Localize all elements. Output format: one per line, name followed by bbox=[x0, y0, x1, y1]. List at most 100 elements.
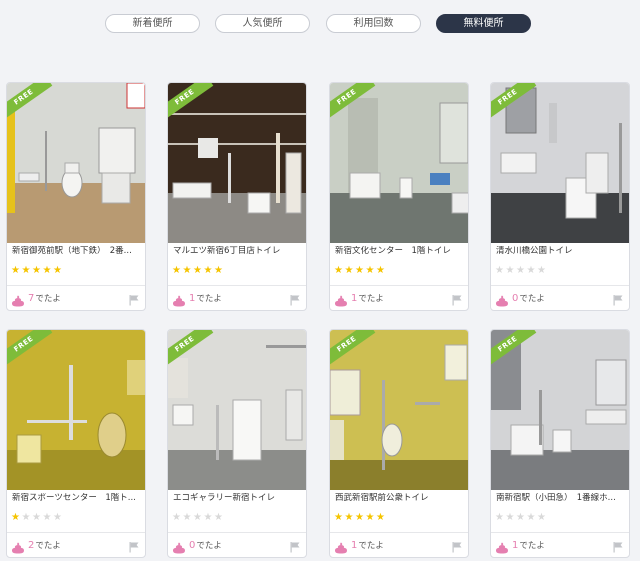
flag-icon[interactable] bbox=[612, 538, 624, 553]
star-icon: ★ bbox=[505, 512, 515, 523]
star-rating: ★ ★ ★ ★ ★ bbox=[334, 505, 387, 523]
poop-icon bbox=[11, 292, 25, 307]
toilet-name[interactable]: 南新宿駅（小田急） 1番線ホ... bbox=[496, 493, 628, 504]
poop-button[interactable]: 7 でたよ bbox=[11, 290, 61, 307]
poop-icon bbox=[11, 539, 25, 554]
poop-icon bbox=[334, 292, 348, 307]
toilet-photo[interactable]: FREE bbox=[168, 83, 306, 243]
star-icon: ★ bbox=[172, 265, 181, 276]
toilet-card[interactable]: FREE エコギャラリー新宿トイレ ★ ★ ★ ★ ★ 0 でたよ bbox=[167, 329, 307, 558]
star-icon: ★ bbox=[21, 512, 31, 523]
poop-count: 1 bbox=[351, 292, 358, 304]
star-rating: ★ ★ ★ ★ ★ bbox=[495, 505, 548, 523]
star-icon: ★ bbox=[11, 265, 20, 276]
star-icon: ★ bbox=[365, 265, 375, 276]
star-icon: ★ bbox=[516, 265, 525, 276]
tab-usage-count[interactable]: 利用回数 bbox=[326, 14, 421, 33]
star-icon: ★ bbox=[537, 265, 546, 276]
star-icon: ★ bbox=[376, 265, 385, 276]
toilet-name[interactable]: エコギャラリー新宿トイレ bbox=[173, 493, 305, 504]
flag-icon[interactable] bbox=[128, 538, 140, 553]
star-icon: ★ bbox=[334, 265, 343, 276]
toilet-card[interactable]: FREE 西武新宿駅前公衆トイレ ★ ★ ★ ★ ★ 1 でたよ bbox=[329, 329, 469, 558]
toilet-photo[interactable]: FREE bbox=[168, 330, 306, 490]
poop-button[interactable]: 1 でたよ bbox=[334, 537, 384, 554]
poop-button[interactable]: 1 でたよ bbox=[334, 290, 384, 307]
star-icon: ★ bbox=[214, 265, 223, 276]
poop-button[interactable]: 0 でたよ bbox=[172, 537, 222, 554]
toilet-photo[interactable]: FREE bbox=[491, 83, 629, 243]
toilet-photo[interactable]: FREE bbox=[491, 330, 629, 490]
toilet-card[interactable]: FREE 新宿スポーツセンター 1階ト... ★ ★ ★ ★ ★ 2 でたよ bbox=[6, 329, 146, 558]
star-icon: ★ bbox=[214, 512, 223, 523]
toilet-card[interactable]: FREE マルエツ新宿6丁目店トイレ ★ ★ ★ ★ ★ 1 でたよ bbox=[167, 82, 307, 311]
flag-icon[interactable] bbox=[612, 291, 624, 306]
star-rating: ★ ★ ★ ★ ★ bbox=[172, 505, 225, 523]
poop-button[interactable]: 1 でたよ bbox=[172, 290, 222, 307]
toilet-card[interactable]: FREE 南新宿駅（小田急） 1番線ホ... ★ ★ ★ ★ ★ 1 でたよ bbox=[490, 329, 630, 558]
star-icon: ★ bbox=[495, 512, 504, 523]
divider bbox=[330, 285, 468, 286]
divider bbox=[7, 285, 145, 286]
star-icon: ★ bbox=[42, 512, 52, 523]
star-rating: ★ ★ ★ ★ ★ bbox=[495, 258, 548, 276]
flag-icon[interactable] bbox=[289, 291, 301, 306]
poop-count-label: でたよ bbox=[196, 541, 222, 551]
divider bbox=[168, 532, 306, 533]
poop-count-label: でたよ bbox=[519, 541, 545, 551]
star-icon: ★ bbox=[365, 512, 375, 523]
star-icon: ★ bbox=[11, 512, 20, 523]
poop-count: 2 bbox=[28, 539, 35, 551]
tab-new-toilets[interactable]: 新着便所 bbox=[105, 14, 200, 33]
divider bbox=[491, 285, 629, 286]
star-icon: ★ bbox=[32, 265, 41, 276]
toilet-name[interactable]: 新宿文化センター 1階トイレ bbox=[335, 246, 467, 257]
poop-count-label: でたよ bbox=[35, 294, 61, 304]
poop-count-label: でたよ bbox=[519, 294, 545, 304]
flag-icon[interactable] bbox=[451, 291, 463, 306]
toilet-name[interactable]: マルエツ新宿6丁目店トイレ bbox=[173, 246, 305, 257]
poop-count-label: でたよ bbox=[358, 541, 384, 551]
star-icon: ★ bbox=[344, 512, 354, 523]
poop-count: 1 bbox=[189, 292, 196, 304]
toilet-name[interactable]: 新宿御苑前駅（地下鉄） 2番... bbox=[12, 246, 144, 257]
star-icon: ★ bbox=[182, 265, 192, 276]
star-icon: ★ bbox=[334, 512, 343, 523]
flag-icon[interactable] bbox=[451, 538, 463, 553]
poop-count: 1 bbox=[512, 539, 519, 551]
poop-button[interactable]: 1 でたよ bbox=[495, 537, 545, 554]
toilet-card[interactable]: FREE 清水川橋公園トイレ ★ ★ ★ ★ ★ 0 でたよ bbox=[490, 82, 630, 311]
divider bbox=[330, 532, 468, 533]
star-icon: ★ bbox=[505, 265, 515, 276]
poop-count: 7 bbox=[28, 292, 35, 304]
filter-tabs: 新着便所 人気便所 利用回数 無料便所 bbox=[0, 14, 640, 34]
flag-icon[interactable] bbox=[289, 538, 301, 553]
star-icon: ★ bbox=[32, 512, 41, 523]
toilet-name[interactable]: 清水川橋公園トイレ bbox=[496, 246, 628, 257]
toilet-photo[interactable]: FREE bbox=[330, 330, 468, 490]
toilet-photo[interactable]: FREE bbox=[7, 83, 145, 243]
star-icon: ★ bbox=[203, 512, 213, 523]
divider bbox=[491, 532, 629, 533]
tab-popular-toilets[interactable]: 人気便所 bbox=[215, 14, 310, 33]
star-rating: ★ ★ ★ ★ ★ bbox=[334, 258, 387, 276]
toilet-name[interactable]: 新宿スポーツセンター 1階ト... bbox=[12, 493, 144, 504]
poop-count-label: でたよ bbox=[35, 541, 61, 551]
divider bbox=[168, 285, 306, 286]
tab-free-toilets[interactable]: 無料便所 bbox=[436, 14, 531, 33]
star-icon: ★ bbox=[193, 512, 202, 523]
toilet-photo[interactable]: FREE bbox=[330, 83, 468, 243]
poop-icon bbox=[334, 539, 348, 554]
poop-button[interactable]: 0 でたよ bbox=[495, 290, 545, 307]
poop-button[interactable]: 2 でたよ bbox=[11, 537, 61, 554]
star-icon: ★ bbox=[537, 512, 546, 523]
star-icon: ★ bbox=[495, 265, 504, 276]
toilet-name[interactable]: 西武新宿駅前公衆トイレ bbox=[335, 493, 467, 504]
flag-icon[interactable] bbox=[128, 291, 140, 306]
poop-count-label: でたよ bbox=[196, 294, 222, 304]
toilet-photo[interactable]: FREE bbox=[7, 330, 145, 490]
toilet-card[interactable]: FREE 新宿御苑前駅（地下鉄） 2番... ★ ★ ★ ★ ★ 7 でたよ bbox=[6, 82, 146, 311]
star-icon: ★ bbox=[355, 512, 364, 523]
toilet-card[interactable]: FREE 新宿文化センター 1階トイレ ★ ★ ★ ★ ★ 1 でたよ bbox=[329, 82, 469, 311]
star-icon: ★ bbox=[172, 512, 181, 523]
